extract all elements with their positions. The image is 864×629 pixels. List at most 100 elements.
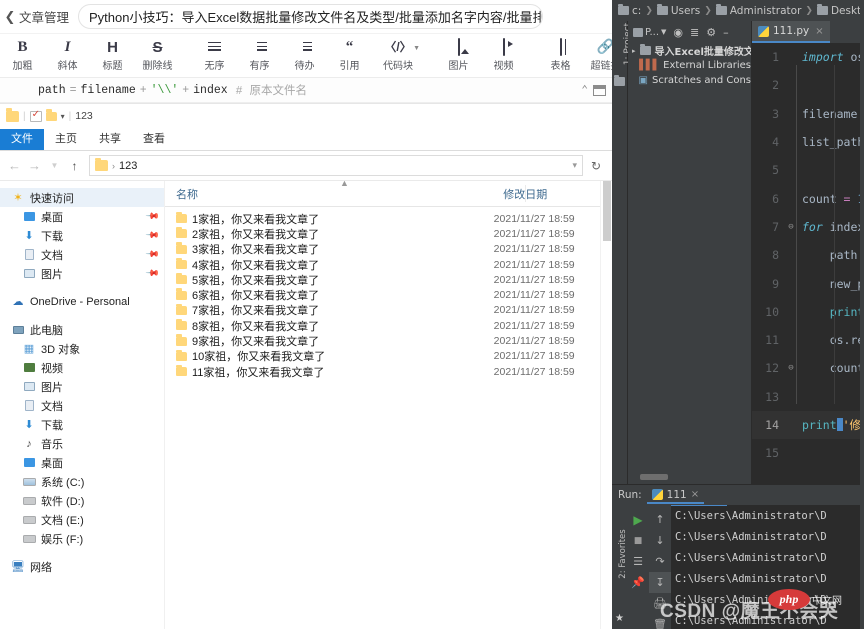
toolbar-heading[interactable]: H 标题 (90, 34, 135, 78)
toolbar-todo-list[interactable]: 待办 (282, 34, 327, 78)
code-line[interactable]: 11 os.re (752, 326, 864, 354)
code-line[interactable]: 3 filename (752, 100, 864, 128)
table-row[interactable]: 8家祖，你又来看我文章了 2021/11/27 18:59 (165, 318, 612, 333)
toolbar-code-block[interactable]: 〈/〉 ▼ 代码块 (372, 34, 424, 78)
sidebar-item-music[interactable]: ♪ 音乐 (0, 434, 164, 453)
chevron-left-icon[interactable]: ❮ (2, 9, 18, 25)
sidebar-item-downloads[interactable]: ⬇ 下载 📌 (0, 226, 164, 245)
collapse-caret-icon[interactable]: ⌃ (581, 83, 588, 97)
project-tree-node-root[interactable]: ▸ 导入Excel批量修改文( (628, 43, 751, 58)
collapse-all-icon[interactable]: ≣ (690, 27, 699, 38)
trash-icon[interactable]: 🗑 (649, 614, 671, 629)
table-row[interactable]: 4家祖，你又来看我文章了 2021/11/27 18:59 (165, 257, 612, 272)
arrow-left-icon[interactable]: ← (6, 158, 23, 173)
pin-icon[interactable]: 📌 (145, 209, 160, 225)
ribbon-tab-view[interactable]: 查看 (132, 129, 176, 150)
console-icon[interactable]: ☰ (627, 551, 649, 572)
editor-code-line[interactable]: path = filename + '\\' + index # 原本文件名 ⌃ (0, 78, 612, 103)
toolbar-bold[interactable]: B 加粗 (0, 34, 45, 78)
run-tab-111[interactable]: 111 × (646, 487, 705, 504)
code-line[interactable]: 5 (752, 156, 864, 184)
sidebar-item-documents[interactable]: 文档 📌 (0, 245, 164, 264)
pin-icon[interactable]: 📌 (145, 228, 160, 244)
code-line[interactable]: 6 count = 1 (752, 184, 864, 212)
arrow-up-icon[interactable]: ↑ (66, 159, 83, 173)
code-lines[interactable]: 1 import os 2 3 filename 4 list_path 5 6… (752, 43, 864, 484)
column-header-name[interactable]: 名称 ▲ (165, 181, 500, 202)
refresh-icon[interactable]: ↻ (586, 159, 606, 173)
table-row[interactable]: 3家祖，你又来看我文章了 2021/11/27 18:59 (165, 242, 612, 257)
expand-triangle-icon[interactable]: ▸ (632, 47, 636, 55)
hide-icon[interactable]: – (723, 27, 729, 38)
table-row[interactable]: 6家祖，你又来看我文章了 2021/11/27 18:59 (165, 287, 612, 302)
arrow-right-icon[interactable]: → (26, 158, 43, 173)
sidebar-item-quick-access[interactable]: ✶ 快速访问 (0, 188, 164, 207)
sidebar-item-drive-c[interactable]: 系统 (C:) (0, 472, 164, 491)
code-line[interactable]: 10 print (752, 298, 864, 326)
sidebar-item-drive-d[interactable]: 软件 (D:) (0, 491, 164, 510)
toolbar-image[interactable]: 图片 (436, 34, 481, 78)
pin-icon[interactable]: 📌 (145, 247, 160, 263)
sidebar-item-pictures[interactable]: 图片 📌 (0, 264, 164, 283)
project-view-selector[interactable]: P... ▼ (633, 27, 666, 38)
pin-icon[interactable]: 📌 (627, 572, 649, 593)
sidebar-item-3d-objects[interactable]: ▦ 3D 对象 (0, 339, 164, 358)
toolbar-italic[interactable]: I 斜体 (45, 34, 90, 78)
project-tree-node-scratches[interactable]: ▣ Scratches and Cons (628, 73, 751, 88)
chevron-down-icon[interactable]: ▾ (572, 160, 577, 171)
sidebar-item-this-pc[interactable]: 此电脑 (0, 320, 164, 339)
file-list-scrollbar[interactable] (600, 181, 612, 629)
code-line[interactable]: 1 import os (752, 43, 864, 71)
code-line[interactable]: 4 list_path (752, 128, 864, 156)
chevron-down-icon[interactable]: ▼ (661, 28, 666, 36)
article-title-input[interactable]: Python小技巧：导入Excel数据批量修改文件名及类型/批量添加名字内容/批… (78, 4, 544, 29)
sidebar-item-downloads-2[interactable]: ⬇ 下载 (0, 415, 164, 434)
fold-marker[interactable]: ⊖ (786, 222, 796, 232)
breadcrumb-segment[interactable]: Users (671, 5, 700, 17)
close-icon[interactable]: × (815, 26, 823, 37)
print-icon[interactable]: 🖨 (649, 593, 671, 614)
window-restore-icon[interactable] (593, 84, 606, 96)
close-icon[interactable]: × (691, 489, 699, 500)
explorer-navigation-pane[interactable]: ✶ 快速访问 桌面 📌 ⬇ 下载 📌 文档 📌 图片 📌 ☁ OneDrive … (0, 181, 165, 629)
code-line[interactable]: 7 ⊖ for index (752, 213, 864, 241)
article-manage-label[interactable]: 文章管理 (19, 7, 69, 26)
breadcrumb-segment[interactable]: Administrator (730, 5, 802, 17)
sidebar-item-documents-2[interactable]: 文档 (0, 396, 164, 415)
sidebar-item-desktop-2[interactable]: 桌面 (0, 453, 164, 472)
toolbar-ordered-list[interactable]: 有序 (237, 34, 282, 78)
ribbon-tab-home[interactable]: 主页 (44, 129, 88, 150)
toolbar-quote[interactable]: “ 引用 (327, 34, 372, 78)
soft-wrap-icon[interactable]: ↷ (649, 551, 671, 572)
scrollbar-thumb[interactable] (603, 181, 611, 241)
sidebar-item-drive-e[interactable]: 文档 (E:) (0, 510, 164, 529)
structure-folder-icon[interactable] (614, 75, 625, 86)
scroll-to-end-icon[interactable]: ↧ (649, 572, 671, 593)
sidebar-item-onedrive[interactable]: ☁ OneDrive - Personal (0, 292, 164, 311)
code-line-active[interactable]: 14 print '修 (752, 410, 864, 440)
favorites-star-icon[interactable]: ★ (615, 613, 624, 624)
rerun-up-icon[interactable]: ↑ (649, 509, 671, 530)
sidebar-item-desktop[interactable]: 桌面 📌 (0, 207, 164, 226)
code-line[interactable]: 12 ⊖ count (752, 354, 864, 382)
table-row[interactable]: 2家祖，你又来看我文章了 2021/11/27 18:59 (165, 226, 612, 241)
table-row[interactable]: 9家祖，你又来看我文章了 2021/11/27 18:59 (165, 333, 612, 348)
address-input[interactable]: › 123 ▾ (89, 155, 583, 176)
sidebar-item-pictures-2[interactable]: 图片 (0, 377, 164, 396)
chevron-down-icon[interactable]: ▼ (413, 45, 420, 52)
sidebar-item-network[interactable]: 🖥 网络 (0, 557, 164, 576)
table-row[interactable]: 10家祖，你又来看我文章了 2021/11/27 18:59 (165, 349, 612, 364)
new-folder-icon[interactable] (45, 109, 57, 121)
code-line[interactable]: 8 path (752, 241, 864, 269)
chevron-down-icon[interactable]: ▼ (46, 161, 63, 170)
toolbar-table[interactable]: 表格 (538, 34, 583, 78)
editor-tab-111py[interactable]: 111.py × (752, 21, 830, 43)
stop-icon[interactable]: ■ (627, 530, 649, 551)
tool-window-tab-favorites[interactable]: 2: Favorites (618, 525, 628, 583)
ribbon-tab-share[interactable]: 共享 (88, 129, 132, 150)
table-row[interactable]: 11家祖，你又来看我文章了 2021/11/27 18:59 (165, 364, 612, 379)
rerun-down-icon[interactable]: ↓ (649, 530, 671, 551)
project-horizontal-scrollbar[interactable] (640, 474, 668, 480)
code-line[interactable]: 2 (752, 71, 864, 99)
properties-icon[interactable] (29, 109, 42, 122)
